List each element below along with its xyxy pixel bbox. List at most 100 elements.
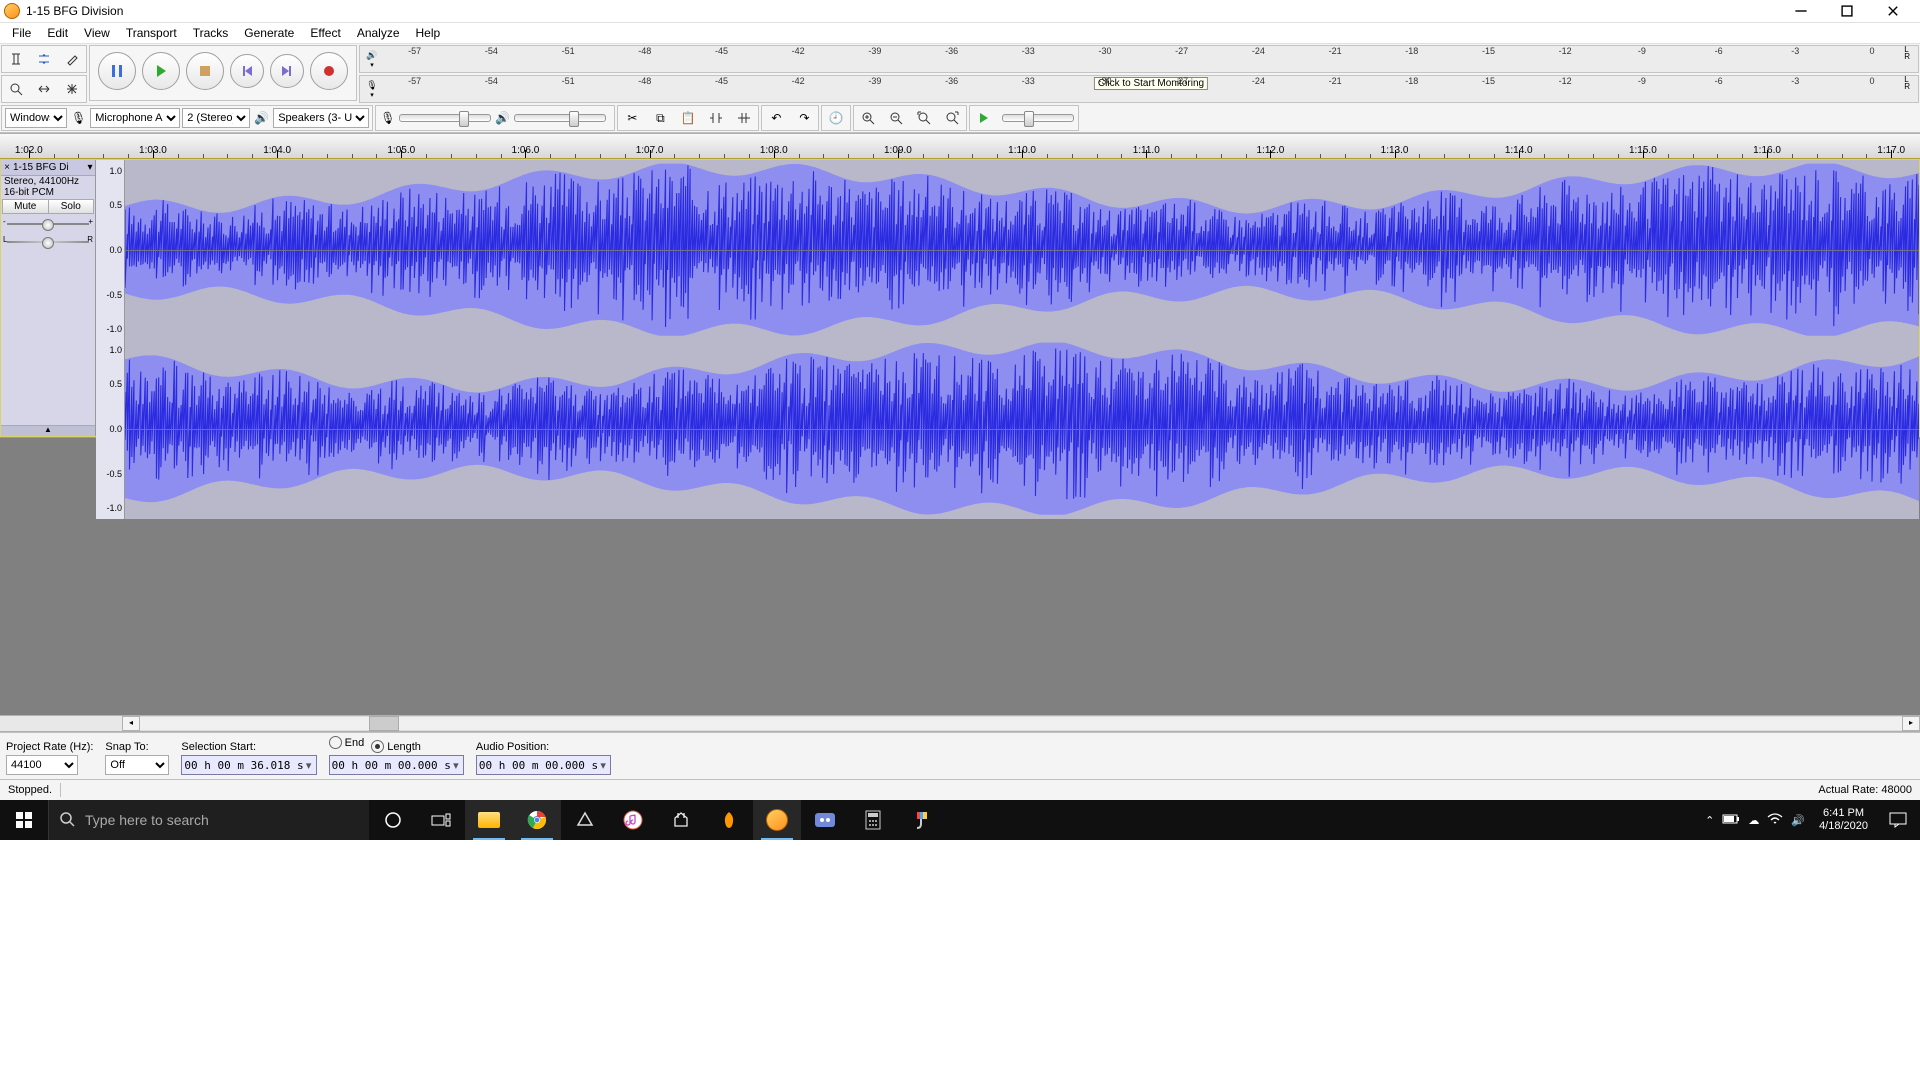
menu-transport[interactable]: Transport (118, 24, 185, 42)
fit-selection-button[interactable] (911, 105, 937, 131)
solo-button[interactable]: Solo (49, 200, 94, 213)
menu-edit[interactable]: Edit (39, 24, 76, 42)
meter-axes: LR (1904, 46, 1910, 60)
zoom-out-button[interactable] (883, 105, 909, 131)
undo-button[interactable]: ↶ (763, 105, 789, 131)
skip-end-button[interactable] (270, 54, 304, 88)
pan-slider[interactable]: L R (7, 235, 89, 249)
start-button[interactable] (0, 800, 48, 840)
cut-button[interactable]: ✂ (619, 105, 645, 131)
flstudio-icon[interactable] (705, 800, 753, 840)
close-button[interactable] (1870, 0, 1916, 22)
track-area: × 1-15 BFG Di ▾ Stereo, 44100Hz 16-bit P… (0, 159, 1920, 715)
mic-icon: 🎙 (71, 111, 86, 125)
waveform-left[interactable] (125, 160, 1919, 339)
menu-help[interactable]: Help (408, 24, 449, 42)
scroll-left-button[interactable]: ◂ (122, 716, 140, 731)
silence-button[interactable] (731, 105, 757, 131)
play-button[interactable] (142, 52, 180, 90)
chrome-icon[interactable] (513, 800, 561, 840)
draw-tool[interactable] (59, 46, 85, 72)
waveform-right[interactable] (125, 339, 1919, 518)
selection-length-field[interactable]: 00 h 00 m 00.000 s▾ (329, 755, 464, 775)
fit-project-button[interactable] (939, 105, 965, 131)
titlebar: 1-15 BFG Division (0, 0, 1920, 23)
pause-button[interactable] (98, 52, 136, 90)
itunes-icon[interactable] (609, 800, 657, 840)
taskbar-search[interactable]: Type here to search (48, 800, 369, 840)
trim-button[interactable] (703, 105, 729, 131)
selection-start-field[interactable]: 00 h 00 m 36.018 s▾ (181, 755, 316, 775)
menu-generate[interactable]: Generate (236, 24, 302, 42)
skip-start-button[interactable] (230, 54, 264, 88)
tray-chevron-icon[interactable]: ⌃ (1705, 814, 1714, 827)
speaker-icon: 🔊 (254, 111, 269, 125)
gain-slider[interactable]: - + (7, 217, 89, 231)
menu-view[interactable]: View (76, 24, 118, 42)
sync-lock-button[interactable]: 🕘 (823, 105, 849, 131)
channels-combo[interactable]: 2 (Stereo) (182, 108, 250, 128)
stop-button[interactable] (186, 52, 224, 90)
track-close-button[interactable]: × (1, 162, 13, 173)
action-center-icon[interactable] (1876, 800, 1920, 840)
project-rate-combo[interactable]: 44100 (6, 755, 78, 775)
paste-button[interactable]: 📋 (675, 105, 701, 131)
audio-host-combo[interactable]: Windows (5, 108, 67, 128)
copy-button[interactable]: ⧉ (647, 105, 673, 131)
menubar: File Edit View Transport Tracks Generate… (0, 23, 1920, 44)
menu-file[interactable]: File (4, 24, 39, 42)
status-bar: Stopped. Actual Rate: 48000 (0, 779, 1920, 800)
menu-analyze[interactable]: Analyze (349, 24, 408, 42)
snap-to-combo[interactable]: Off (105, 755, 169, 775)
multi-tool[interactable] (59, 76, 85, 102)
input-device-combo[interactable]: Microphone Ar (90, 108, 180, 128)
task-view-icon[interactable] (417, 800, 465, 840)
play-at-speed-button[interactable] (971, 105, 997, 131)
amplitude-scale-right: 1.00.50.0-0.5-1.0 (96, 339, 125, 518)
audio-position-field[interactable]: 00 h 00 m 00.000 s▾ (476, 755, 611, 775)
menu-effect[interactable]: Effect (302, 24, 348, 42)
horizontal-scrollbar[interactable]: ◂ ▸ (0, 715, 1920, 732)
taskbar[interactable]: Type here to search ⌃ ☁ 🔊 6:41 PM 4/18/2… (0, 800, 1920, 840)
mute-button[interactable]: Mute (3, 200, 49, 213)
output-volume-slider[interactable] (514, 114, 606, 122)
collapse-button[interactable]: ▲ (1, 425, 95, 436)
discord-icon[interactable] (801, 800, 849, 840)
record-meter[interactable]: 🎙▾ Click to Start Monitoring -57-54-51-4… (359, 75, 1919, 103)
app-icon-2[interactable] (657, 800, 705, 840)
calculator-icon[interactable] (849, 800, 897, 840)
wifi-icon[interactable] (1767, 813, 1783, 828)
explorer-icon[interactable] (465, 800, 513, 840)
minimize-button[interactable] (1778, 0, 1824, 22)
timeshift-tool[interactable] (31, 76, 57, 102)
playback-meter[interactable]: 🔊▾ -57-54-51-48-45-42-39-36-33-30-27-24-… (359, 45, 1919, 73)
maximize-button[interactable] (1824, 0, 1870, 22)
timeline-ruler[interactable]: 1:02.01:03.01:04.01:05.01:06.01:07.01:08… (0, 133, 1920, 159)
battery-icon[interactable] (1722, 814, 1740, 827)
zoom-in-button[interactable] (855, 105, 881, 131)
scroll-right-button[interactable]: ▸ (1902, 716, 1920, 731)
menu-tracks[interactable]: Tracks (185, 24, 237, 42)
selection-tool[interactable] (3, 46, 29, 72)
length-radio[interactable]: Length (371, 740, 421, 753)
volume-icon[interactable]: 🔊 (1791, 814, 1805, 827)
audacity-icon[interactable] (753, 800, 801, 840)
toolbars: 🔊▾ -57-54-51-48-45-42-39-36-33-30-27-24-… (0, 44, 1920, 133)
play-speed-slider[interactable] (1002, 114, 1074, 122)
paint-icon[interactable] (897, 800, 945, 840)
zoom-tool[interactable] (3, 76, 29, 102)
taskbar-clock[interactable]: 6:41 PM 4/18/2020 (1811, 807, 1876, 833)
end-radio[interactable]: End (329, 736, 365, 749)
onedrive-icon[interactable]: ☁ (1748, 814, 1759, 827)
output-device-combo[interactable]: Speakers (3- US (273, 108, 369, 128)
track-control-panel[interactable]: × 1-15 BFG Di ▾ Stereo, 44100Hz 16-bit P… (1, 160, 96, 436)
app-icon (4, 3, 20, 19)
system-tray[interactable]: ⌃ ☁ 🔊 (1699, 813, 1811, 828)
input-volume-slider[interactable] (399, 114, 491, 122)
app-icon-1[interactable] (561, 800, 609, 840)
envelope-tool[interactable] (31, 46, 57, 72)
track-menu-button[interactable]: ▾ (85, 162, 95, 173)
cortana-icon[interactable] (369, 800, 417, 840)
redo-button[interactable]: ↷ (791, 105, 817, 131)
record-button[interactable] (310, 52, 348, 90)
